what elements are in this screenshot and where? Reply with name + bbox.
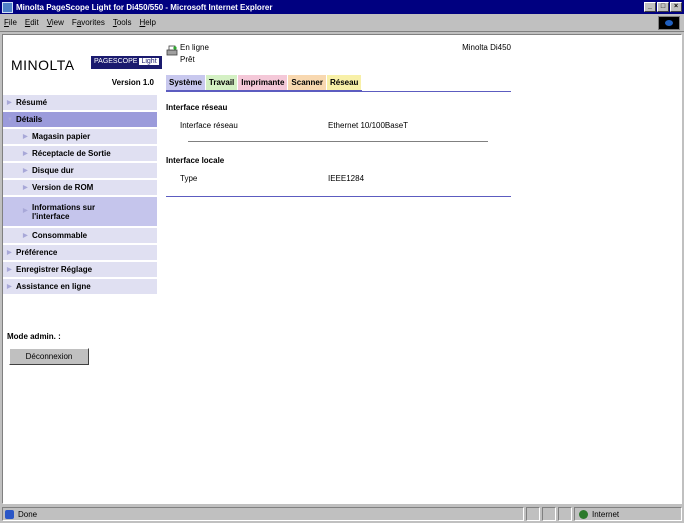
arrow-right-icon: ▶ <box>7 100 12 106</box>
printer-icon <box>166 45 178 56</box>
arrow-right-icon: ▶ <box>23 151 28 157</box>
pagescope-light-logo: PAGESCOPE Light <box>91 56 162 69</box>
tab-reseau[interactable]: Réseau <box>326 75 362 90</box>
online-status: En ligne <box>180 43 209 52</box>
network-interface-label: Interface réseau <box>180 121 238 130</box>
status-text: Done <box>18 509 38 519</box>
sidebar-item-disque-dur[interactable]: ▶ Disque dur <box>3 163 157 180</box>
sidebar-item-informations-interface[interactable]: ▶ Informations sur l'interface <box>3 197 157 228</box>
zone-label: Internet <box>592 509 620 519</box>
arrow-right-icon: ▶ <box>7 267 12 273</box>
tab-scanner[interactable]: Scanner <box>288 75 326 90</box>
menu-edit[interactable]: Edit <box>25 18 39 27</box>
sidebar-item-enregistrer-reglage[interactable]: ▶ Enregistrer Réglage <box>3 262 157 279</box>
arrow-right-icon: ▶ <box>23 208 28 214</box>
sidebar-item-version-rom[interactable]: ▶ Version de ROM <box>3 180 157 197</box>
status-bar: Done Internet <box>0 505 684 523</box>
windows-throbber-icon <box>658 16 680 30</box>
network-interface-row: Interface réseau Ethernet 10/100BaseT <box>166 121 511 133</box>
tab-travail[interactable]: Travail <box>205 75 238 90</box>
arrow-right-icon: ▶ <box>7 284 12 290</box>
arrow-right-icon: ▶ <box>7 250 12 256</box>
sidebar-item-assistance[interactable]: ▶ Assistance en ligne <box>3 279 157 296</box>
local-interface-label: Type <box>180 174 198 183</box>
sidebar-item-details[interactable]: ▼ Détails <box>3 112 157 129</box>
page-icon <box>5 509 14 519</box>
arrow-right-icon: ▶ <box>23 134 28 140</box>
arrow-right-icon: ▶ <box>23 185 28 191</box>
arrow-down-icon: ▼ <box>7 116 13 123</box>
menu-tools[interactable]: Tools <box>113 18 132 27</box>
network-interface-value: Ethernet 10/100BaseT <box>328 121 409 130</box>
sidebar-item-magasin-papier[interactable]: ▶ Magasin papier <box>3 129 157 146</box>
local-interface-heading: Interface locale <box>166 156 225 165</box>
minolta-logo: MINOLTA <box>11 57 75 73</box>
menu-view[interactable]: View <box>47 18 64 27</box>
globe-icon <box>579 509 588 519</box>
close-button[interactable]: × <box>670 2 682 12</box>
maximize-button[interactable]: □ <box>657 2 669 12</box>
arrow-right-icon: ▶ <box>23 233 28 239</box>
status-text-panel: Done <box>2 507 524 521</box>
window-controls: _ □ × <box>643 2 682 12</box>
local-interface-row: Type IEEE1284 <box>166 174 511 186</box>
tab-bar: Système Travail Imprimante Scanner Résea… <box>166 75 363 91</box>
network-interface-heading: Interface réseau <box>166 103 228 112</box>
security-zone: Internet <box>574 507 682 521</box>
local-interface-value: IEEE1284 <box>328 174 365 183</box>
status-slot <box>542 507 556 521</box>
status-slot <box>526 507 540 521</box>
tab-imprimante[interactable]: Imprimante <box>238 75 288 90</box>
minimize-button[interactable]: _ <box>644 2 656 12</box>
window-title: Minolta PageScope Light for Di450/550 - … <box>16 2 273 12</box>
ie-app-icon <box>2 1 13 13</box>
menu-favorites[interactable]: Favorites <box>72 18 105 27</box>
logo-area: MINOLTA PAGESCOPE Light Version 1.0 <box>3 35 162 95</box>
sidebar-item-receptacle-sortie[interactable]: ▶ Réceptacle de Sortie <box>3 146 157 163</box>
browser-viewport: MINOLTA PAGESCOPE Light Version 1.0 ▶ Résu… <box>2 34 682 504</box>
sidebar-nav: ▶ Résumé ▼ Détails ▶ Magasin papier ▶ Récept… <box>3 95 157 296</box>
menu-help[interactable]: Help <box>140 18 156 27</box>
logout-button[interactable]: Déconnexion <box>9 348 89 365</box>
title-bar: Minolta PageScope Light for Di450/550 - … <box>0 0 684 14</box>
version-label: Version 1.0 <box>111 78 154 87</box>
sidebar-item-resume[interactable]: ▶ Résumé <box>3 95 157 112</box>
arrow-right-icon: ▶ <box>23 168 28 174</box>
sidebar-item-consommable[interactable]: ▶ Consommable <box>3 228 157 245</box>
tab-systeme[interactable]: Système <box>166 75 205 90</box>
status-slot <box>558 507 572 521</box>
divider <box>166 196 511 197</box>
sidebar-item-preference[interactable]: ▶ Préférence <box>3 245 157 262</box>
printer-status: En ligne Prêt Minolta Di450 <box>166 41 511 71</box>
printer-model: Minolta Di450 <box>462 43 511 52</box>
admin-mode-label: Mode admin. : <box>7 332 61 341</box>
tab-underline <box>166 91 511 92</box>
divider <box>188 141 488 142</box>
ready-status: Prêt <box>180 55 195 64</box>
interface-info: Interface réseau Interface réseau Ethern… <box>166 103 511 197</box>
menu-file[interactable]: File <box>4 18 17 27</box>
menu-bar: File Edit View Favorites Tools Help <box>0 14 684 32</box>
